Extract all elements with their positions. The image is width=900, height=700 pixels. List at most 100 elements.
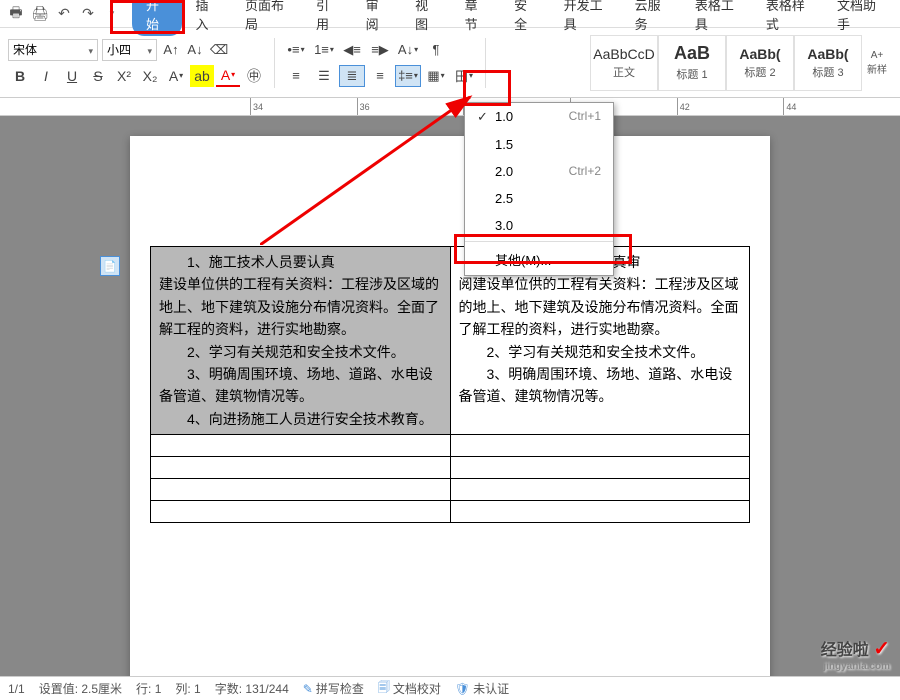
tab-doc-helper[interactable]: 文档助手 [823, 0, 894, 36]
tab-insert[interactable]: 插入 [182, 0, 232, 36]
tab-security[interactable]: 安全 [500, 0, 550, 36]
status-col[interactable]: 列: 1 [175, 680, 200, 697]
style-heading1[interactable]: AaB 标题 1 [658, 35, 726, 91]
text-effects-button[interactable]: A▾ [164, 65, 188, 87]
table-cell[interactable] [450, 435, 750, 457]
status-row[interactable]: 行: 1 [136, 680, 161, 697]
status-spell[interactable]: ✎拼写检查 [303, 680, 364, 697]
check-icon: ✓ [477, 109, 491, 125]
font-name-select[interactable]: 宋体 [8, 39, 98, 61]
italic-button[interactable]: I [34, 65, 58, 87]
strike-button[interactable]: S [86, 65, 110, 87]
font-size-select[interactable]: 小四 [102, 39, 157, 61]
print-icon[interactable]: 🖨 [30, 4, 50, 24]
line-spacing-button[interactable]: ‡≡▾ [395, 65, 421, 87]
document-area: 📄 1、施工技术人员要认真 建设单位供的工程有关资料：工程涉及区域的地上、地下建… [0, 116, 900, 676]
tab-home[interactable]: 开始 [132, 0, 182, 36]
decrease-indent-button[interactable]: ◀≡ [339, 39, 365, 61]
ruler-mark: 36 [357, 98, 464, 115]
save-icon[interactable]: 🖶 [6, 4, 26, 24]
spell-icon: ✎ [303, 682, 313, 696]
document-table[interactable]: 1、施工技术人员要认真 建设单位供的工程有关资料：工程涉及区域的地上、地下建筑及… [150, 246, 750, 523]
subscript-button[interactable]: X₂ [138, 65, 162, 87]
align-justify-button[interactable]: ≣ [339, 65, 365, 87]
grow-font-button[interactable]: A↑ [161, 40, 181, 60]
new-style-button[interactable]: A+ 新样 [862, 35, 892, 91]
shading-button[interactable]: ▦▾ [423, 65, 449, 87]
tab-view[interactable]: 视图 [401, 0, 451, 36]
spacing-value: 2.5 [491, 191, 601, 206]
align-left-button[interactable]: ≡ [283, 65, 309, 87]
font-name-value: 宋体 [13, 41, 37, 58]
tab-table-style[interactable]: 表格样式 [752, 0, 823, 36]
style-label: 标题 2 [744, 64, 775, 80]
menu-tabs: 开始 插入 页面布局 引用 审阅 视图 章节 安全 开发工具 云服务 表格工具 … [132, 0, 894, 36]
status-page[interactable]: 1/1 [8, 682, 25, 696]
tab-chapter[interactable]: 章节 [451, 0, 501, 36]
spacing-option-3[interactable]: 3.0 [465, 212, 613, 239]
page-nav-icon[interactable]: 📄 [100, 256, 120, 276]
show-marks-button[interactable]: ¶ [423, 39, 449, 61]
quick-access: 🖶 🖨 ↶ ↷ [6, 4, 122, 24]
increase-indent-button[interactable]: ≡▶ [367, 39, 393, 61]
page[interactable]: 📄 1、施工技术人员要认真 建设单位供的工程有关资料：工程涉及区域的地上、地下建… [130, 136, 770, 676]
statusbar: 1/1 设置值: 2.5厘米 行: 1 列: 1 字数: 131/244 ✎拼写… [0, 676, 900, 700]
spacing-option-25[interactable]: 2.5 [465, 185, 613, 212]
style-label: 正文 [613, 64, 635, 80]
tab-cloud[interactable]: 云服务 [621, 0, 681, 36]
align-right-button[interactable]: ≡ [367, 65, 393, 87]
table-cell[interactable] [450, 501, 750, 523]
style-normal[interactable]: AaBbCcD 正文 [590, 35, 658, 91]
phonetic-button[interactable]: ㊥ [242, 65, 266, 87]
status-setting[interactable]: 设置值: 2.5厘米 [39, 680, 122, 697]
font-group: 宋体 小四 A↑ A↓ ⌫ B I U S X² X₂ A▾ ab A▾ ㊥ [8, 39, 266, 87]
spacing-other-label: 其他(M)... [491, 250, 601, 269]
borders-button[interactable]: 田▾ [451, 65, 477, 87]
qat-dropdown-icon[interactable] [102, 4, 122, 24]
ruler-mark: 44 [783, 98, 890, 115]
status-proof[interactable]: 🗐文档校对 [378, 678, 441, 699]
watermark: 经验啦 ✓ jingyanla.com [821, 636, 890, 672]
status-words[interactable]: 字数: 131/244 [215, 680, 289, 697]
spacing-value: 1.5 [491, 137, 601, 152]
font-color-button[interactable]: A▾ [216, 65, 240, 87]
bullets-button[interactable]: •≡▾ [283, 39, 309, 61]
status-auth[interactable]: 🛡未认证 [455, 680, 509, 697]
spacing-option-1[interactable]: ✓ 1.0 Ctrl+1 [465, 103, 613, 131]
table-cell-left[interactable]: 1、施工技术人员要认真 建设单位供的工程有关资料：工程涉及区域的地上、地下建筑及… [151, 247, 451, 435]
table-cell[interactable] [450, 479, 750, 501]
superscript-button[interactable]: X² [112, 65, 136, 87]
line-spacing-dropdown: ✓ 1.0 Ctrl+1 1.5 2.0 Ctrl+2 2.5 3.0 其他(M… [464, 102, 614, 276]
style-heading3[interactable]: AaBb( 标题 3 [794, 35, 862, 91]
paragraph-group: •≡▾ 1≡▾ ◀≡ ≡▶ A↓▾ ¶ ≡ ☰ ≣ ≡ ‡≡▾ ▦▾ 田▾ [283, 39, 477, 87]
tab-review[interactable]: 审阅 [352, 0, 402, 36]
table-cell[interactable] [151, 457, 451, 479]
undo-icon[interactable]: ↶ [54, 4, 74, 24]
style-heading2[interactable]: AaBb( 标题 2 [726, 35, 794, 91]
redo-icon[interactable]: ↷ [78, 4, 98, 24]
style-preview: AaB [674, 43, 710, 64]
table-cell[interactable] [151, 501, 451, 523]
underline-button[interactable]: U [60, 65, 84, 87]
highlight-button[interactable]: ab [190, 65, 214, 87]
bold-button[interactable]: B [8, 65, 32, 87]
table-cell[interactable] [151, 479, 451, 501]
tab-ref[interactable]: 引用 [302, 0, 352, 36]
spacing-other[interactable]: 其他(M)... [465, 244, 613, 275]
align-center-button[interactable]: ☰ [311, 65, 337, 87]
menubar: 🖶 🖨 ↶ ↷ 开始 插入 页面布局 引用 审阅 视图 章节 安全 开发工具 云… [0, 0, 900, 28]
tab-table-tools[interactable]: 表格工具 [681, 0, 752, 36]
table-cell[interactable] [450, 457, 750, 479]
ribbon: 宋体 小四 A↑ A↓ ⌫ B I U S X² X₂ A▾ ab A▾ ㊥ •… [0, 28, 900, 98]
spacing-option-2[interactable]: 2.0 Ctrl+2 [465, 158, 613, 185]
clear-format-button[interactable]: ⌫ [209, 40, 229, 60]
numbering-button[interactable]: 1≡▾ [311, 39, 337, 61]
table-cell[interactable] [151, 435, 451, 457]
tab-layout[interactable]: 页面布局 [231, 0, 302, 36]
ruler[interactable]: 34 36 38 40 42 44 [0, 98, 900, 116]
sort-button[interactable]: A↓▾ [395, 39, 421, 61]
shrink-font-button[interactable]: A↓ [185, 40, 205, 60]
ruler-mark: 42 [677, 98, 784, 115]
tab-dev[interactable]: 开发工具 [550, 0, 621, 36]
spacing-option-15[interactable]: 1.5 [465, 131, 613, 158]
